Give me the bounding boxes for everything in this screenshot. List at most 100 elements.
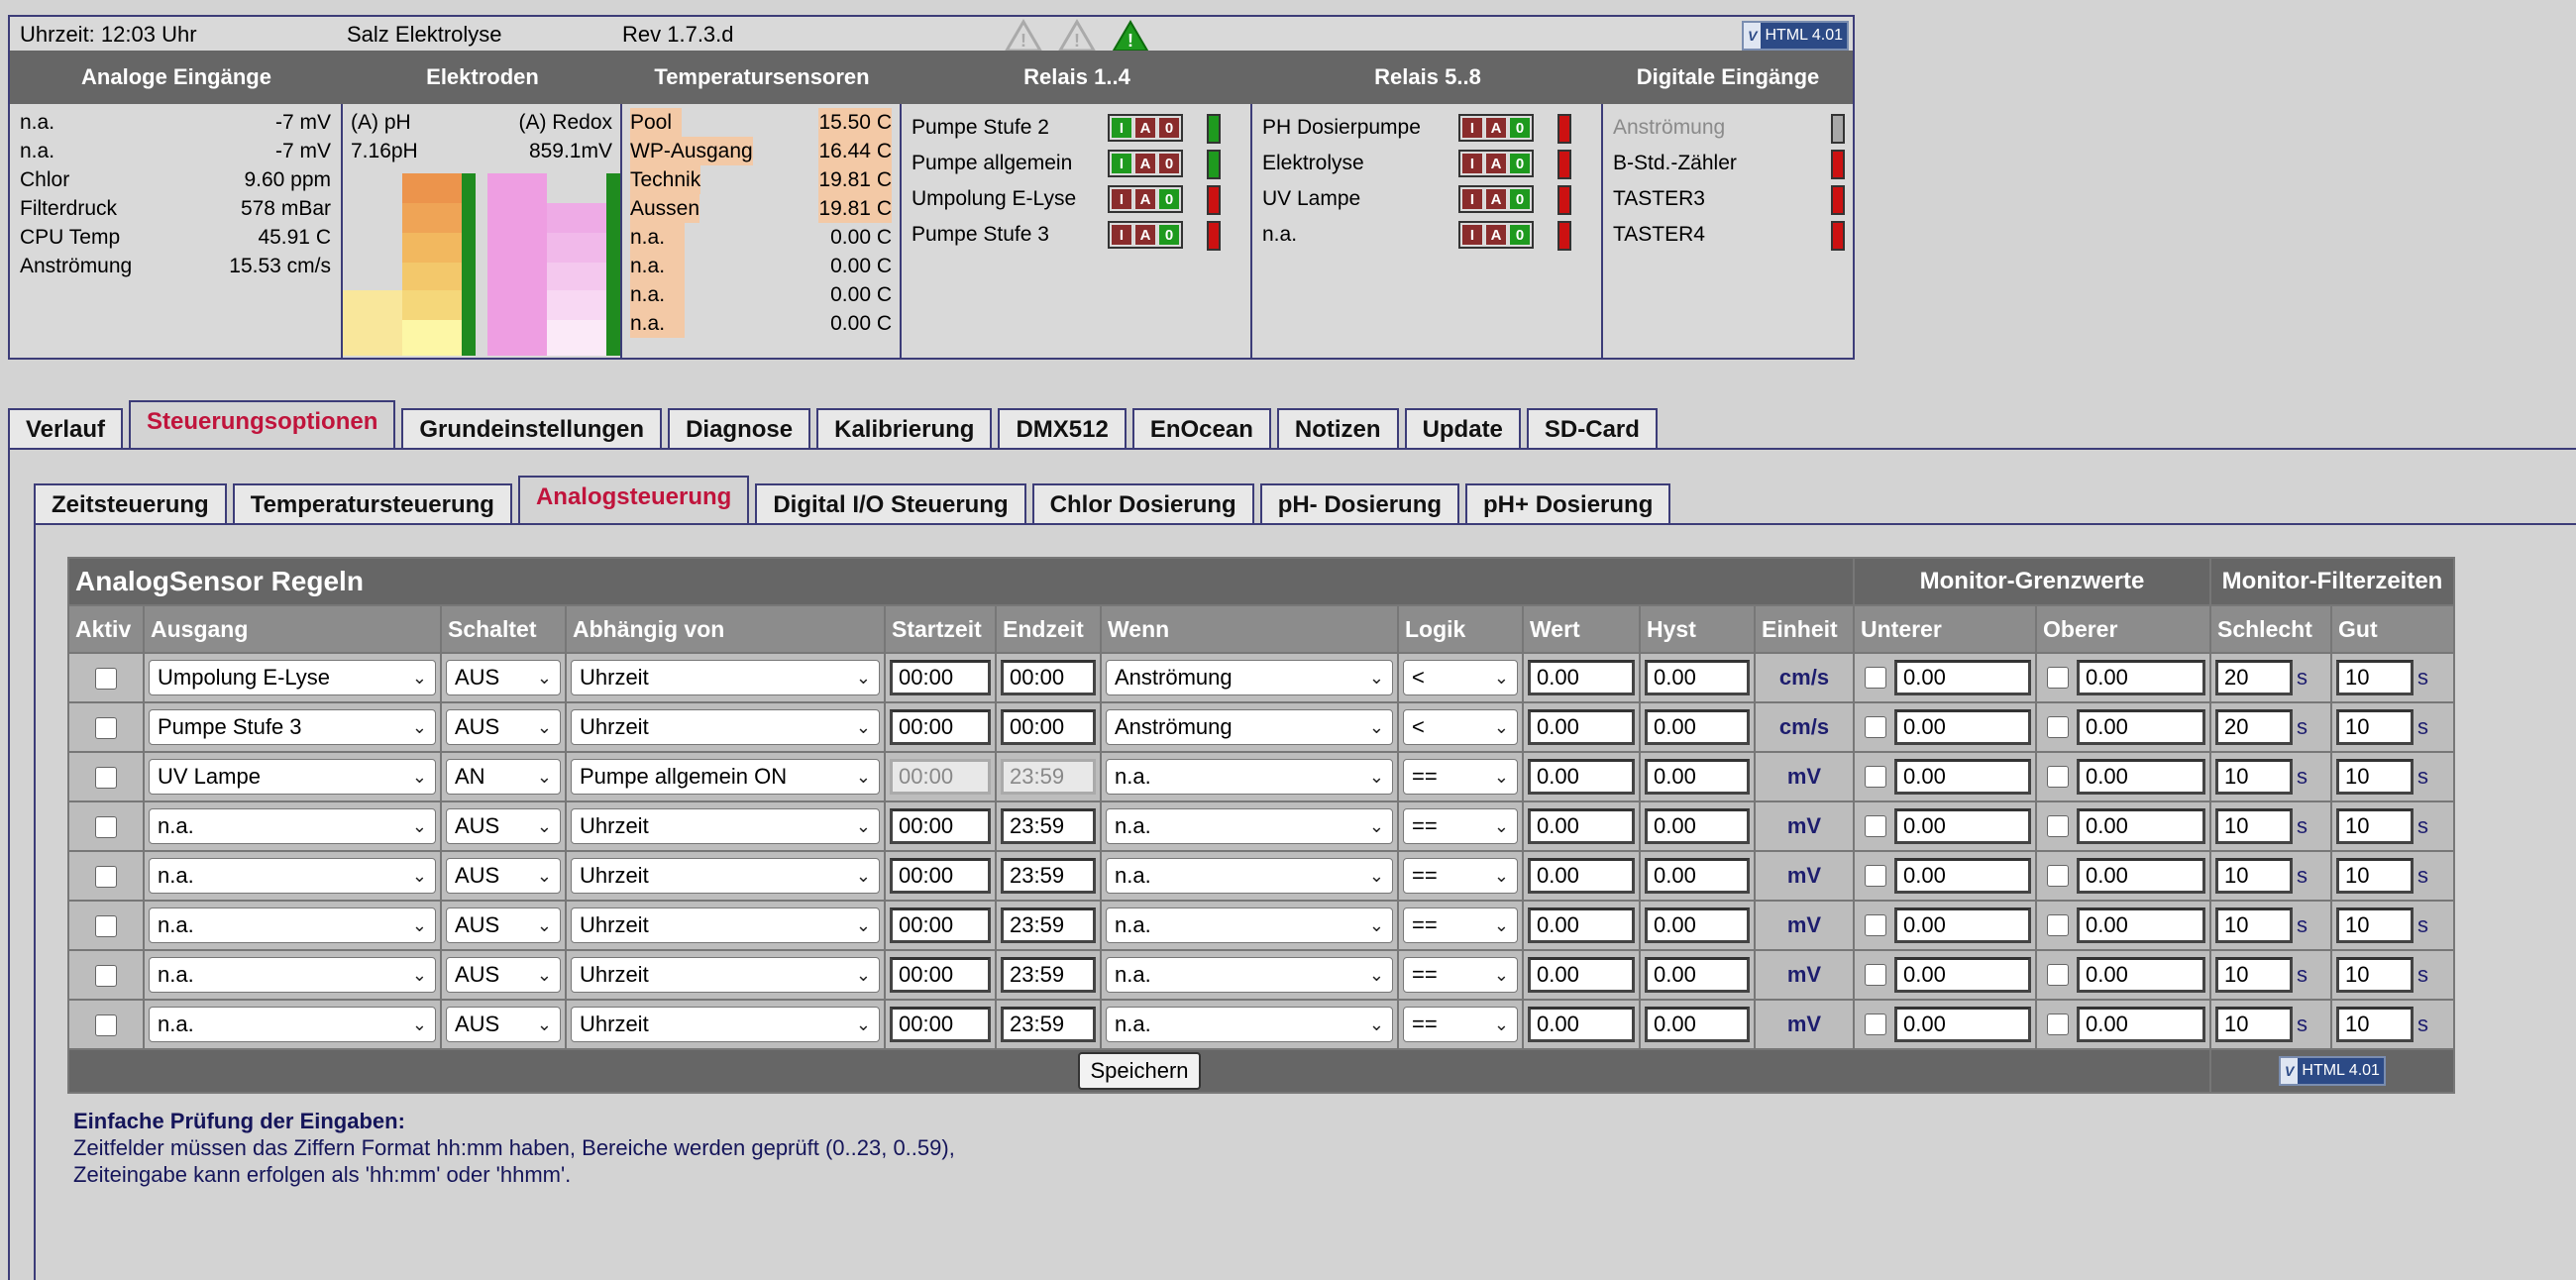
lower-limit-input[interactable]: 0.00 xyxy=(1894,907,2031,943)
logic-operator-select[interactable]: == ⌄ xyxy=(1403,759,1518,795)
relais-mode-i-button[interactable]: I xyxy=(1461,153,1483,174)
relais-mode-0-button[interactable]: 0 xyxy=(1158,117,1180,139)
start-time-input[interactable]: 00:00 xyxy=(890,858,991,894)
tab-sd-card[interactable]: SD-Card xyxy=(1526,408,1658,448)
hysteresis-input[interactable]: 0.00 xyxy=(1645,759,1750,795)
output-select[interactable]: n.a. ⌄ xyxy=(149,907,436,943)
start-time-input[interactable]: 00:00 xyxy=(890,957,991,993)
filter-good-input[interactable]: 10 xyxy=(2336,759,2414,795)
active-checkbox[interactable] xyxy=(95,767,117,790)
lower-limit-input[interactable]: 0.00 xyxy=(1894,759,2031,795)
filter-good-input[interactable]: 10 xyxy=(2336,907,2414,943)
relais-mode-0-button[interactable]: 0 xyxy=(1509,117,1531,139)
switch-state-select[interactable]: AUS ⌄ xyxy=(446,660,561,695)
start-time-input[interactable]: 00:00 xyxy=(890,1007,991,1042)
filter-bad-input[interactable]: 10 xyxy=(2215,1007,2293,1042)
condition-sensor-select[interactable]: Anströmung ⌄ xyxy=(1106,709,1393,745)
logic-operator-select[interactable]: == ⌄ xyxy=(1403,957,1518,993)
output-select[interactable]: UV Lampe ⌄ xyxy=(149,759,436,795)
condition-sensor-select[interactable]: n.a. ⌄ xyxy=(1106,907,1393,943)
upper-limit-input[interactable]: 0.00 xyxy=(2077,957,2205,993)
switch-state-select[interactable]: AUS ⌄ xyxy=(446,709,561,745)
relais-mode-0-button[interactable]: 0 xyxy=(1509,224,1531,246)
upper-limit-input[interactable]: 0.00 xyxy=(2077,660,2205,695)
filter-bad-input[interactable]: 20 xyxy=(2215,660,2293,695)
end-time-input[interactable]: 23:59 xyxy=(1001,808,1096,844)
active-checkbox[interactable] xyxy=(95,717,117,740)
relais-mode-i-button[interactable]: I xyxy=(1111,188,1132,210)
tab-update[interactable]: Update xyxy=(1404,408,1521,448)
upper-limit-input[interactable]: 0.00 xyxy=(2077,907,2205,943)
relais-mode-0-button[interactable]: 0 xyxy=(1509,188,1531,210)
tab-kalibrierung[interactable]: Kalibrierung xyxy=(816,408,993,448)
lower-limit-input[interactable]: 0.00 xyxy=(1894,660,2031,695)
filter-good-input[interactable]: 10 xyxy=(2336,709,2414,745)
lower-limit-checkbox[interactable] xyxy=(1865,766,1886,788)
lower-limit-checkbox[interactable] xyxy=(1865,914,1886,936)
upper-limit-checkbox[interactable] xyxy=(2047,815,2069,837)
switch-state-select[interactable]: AUS ⌄ xyxy=(446,858,561,894)
condition-sensor-select[interactable]: n.a. ⌄ xyxy=(1106,808,1393,844)
end-time-input[interactable]: 23:59 xyxy=(1001,858,1096,894)
condition-sensor-select[interactable]: n.a. ⌄ xyxy=(1106,957,1393,993)
relais-mode-a-button[interactable]: A xyxy=(1134,188,1156,210)
filter-bad-input[interactable]: 20 xyxy=(2215,709,2293,745)
end-time-input[interactable]: 00:00 xyxy=(1001,709,1096,745)
lower-limit-input[interactable]: 0.00 xyxy=(1894,709,2031,745)
value-input[interactable]: 0.00 xyxy=(1528,957,1635,993)
condition-sensor-select[interactable]: n.a. ⌄ xyxy=(1106,1007,1393,1042)
upper-limit-checkbox[interactable] xyxy=(2047,865,2069,887)
logic-operator-select[interactable]: < ⌄ xyxy=(1403,709,1518,745)
end-time-input[interactable]: 00:00 xyxy=(1001,660,1096,695)
relais-mode-a-button[interactable]: A xyxy=(1485,117,1507,139)
start-time-input[interactable]: 00:00 xyxy=(890,709,991,745)
switch-state-select[interactable]: AUS ⌄ xyxy=(446,907,561,943)
hysteresis-input[interactable]: 0.00 xyxy=(1645,957,1750,993)
active-checkbox[interactable] xyxy=(95,965,117,988)
depends-on-select[interactable]: Uhrzeit ⌄ xyxy=(571,709,880,745)
output-select[interactable]: n.a. ⌄ xyxy=(149,808,436,844)
switch-state-select[interactable]: AUS ⌄ xyxy=(446,1007,561,1042)
output-select[interactable]: n.a. ⌄ xyxy=(149,1007,436,1042)
hysteresis-input[interactable]: 0.00 xyxy=(1645,858,1750,894)
value-input[interactable]: 0.00 xyxy=(1528,1007,1635,1042)
filter-bad-input[interactable]: 10 xyxy=(2215,858,2293,894)
lower-limit-checkbox[interactable] xyxy=(1865,815,1886,837)
active-checkbox[interactable] xyxy=(95,816,117,839)
value-input[interactable]: 0.00 xyxy=(1528,709,1635,745)
subtab-zeitsteuerung[interactable]: Zeitsteuerung xyxy=(34,483,227,523)
html-validator-badge[interactable]: V HTML 4.01 xyxy=(1742,21,1849,51)
filter-good-input[interactable]: 10 xyxy=(2336,660,2414,695)
hysteresis-input[interactable]: 0.00 xyxy=(1645,709,1750,745)
condition-sensor-select[interactable]: n.a. ⌄ xyxy=(1106,858,1393,894)
relais-mode-0-button[interactable]: 0 xyxy=(1158,224,1180,246)
condition-sensor-select[interactable]: Anströmung ⌄ xyxy=(1106,660,1393,695)
upper-limit-checkbox[interactable] xyxy=(2047,667,2069,689)
subtab-ph-dosierung[interactable]: pH+ Dosierung xyxy=(1465,483,1671,523)
relais-mode-a-button[interactable]: A xyxy=(1134,153,1156,174)
lower-limit-input[interactable]: 0.00 xyxy=(1894,1007,2031,1042)
relais-mode-i-button[interactable]: I xyxy=(1111,153,1132,174)
upper-limit-checkbox[interactable] xyxy=(2047,716,2069,738)
relais-mode-i-button[interactable]: I xyxy=(1111,224,1132,246)
end-time-input[interactable]: 23:59 xyxy=(1001,759,1096,795)
output-select[interactable]: Umpolung E-Lyse ⌄ xyxy=(149,660,436,695)
html-validator-badge[interactable]: V HTML 4.01 xyxy=(2279,1056,2386,1086)
depends-on-select[interactable]: Uhrzeit ⌄ xyxy=(571,1007,880,1042)
value-input[interactable]: 0.00 xyxy=(1528,759,1635,795)
depends-on-select[interactable]: Uhrzeit ⌄ xyxy=(571,957,880,993)
upper-limit-input[interactable]: 0.00 xyxy=(2077,808,2205,844)
lower-limit-checkbox[interactable] xyxy=(1865,1013,1886,1035)
upper-limit-checkbox[interactable] xyxy=(2047,964,2069,986)
active-checkbox[interactable] xyxy=(95,866,117,889)
relais-mode-0-button[interactable]: 0 xyxy=(1509,153,1531,174)
tab-diagnose[interactable]: Diagnose xyxy=(668,408,811,448)
lower-limit-checkbox[interactable] xyxy=(1865,865,1886,887)
save-button[interactable]: Speichern xyxy=(1078,1052,1201,1090)
logic-operator-select[interactable]: == ⌄ xyxy=(1403,907,1518,943)
logic-operator-select[interactable]: < ⌄ xyxy=(1403,660,1518,695)
start-time-input[interactable]: 00:00 xyxy=(890,759,991,795)
upper-limit-checkbox[interactable] xyxy=(2047,914,2069,936)
filter-bad-input[interactable]: 10 xyxy=(2215,957,2293,993)
switch-state-select[interactable]: AN ⌄ xyxy=(446,759,561,795)
